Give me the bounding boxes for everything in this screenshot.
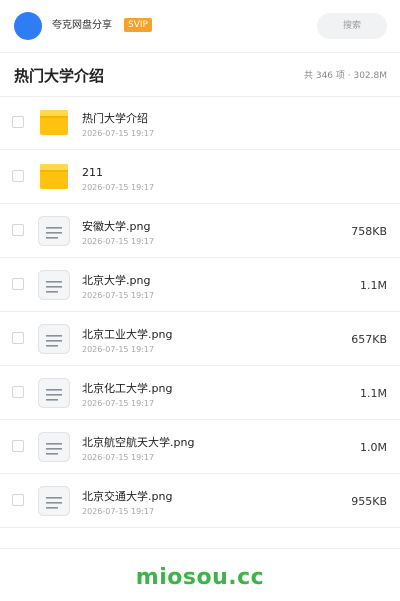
- file-name: 北京化工大学.png: [82, 382, 173, 395]
- file-row[interactable]: 北京大学.png 2026-07-15 19:17 1.1M: [0, 258, 400, 312]
- row-checkbox[interactable]: [12, 332, 24, 344]
- file-name: 211: [82, 166, 103, 179]
- file-row[interactable]: 热门大学介绍 2026-07-15 19:17: [0, 96, 400, 150]
- document-icon: [38, 270, 70, 300]
- row-checkbox[interactable]: [12, 116, 24, 128]
- top-bar: 夸克网盘分享 SVIP 搜索: [0, 0, 400, 53]
- document-icon: [38, 378, 70, 408]
- file-date: 2026-07-15 19:17: [82, 183, 155, 192]
- file-name: 北京交通大学.png: [82, 490, 173, 503]
- file-summary: 共 346 项 · 302.8M: [303, 71, 387, 81]
- folder-icon: [38, 108, 70, 138]
- avatar[interactable]: [14, 12, 42, 40]
- file-size: 955KB: [351, 495, 387, 508]
- file-size: 1.1M: [360, 387, 387, 400]
- file-date: 2026-07-15 19:17: [82, 399, 155, 408]
- file-size: 1.1M: [360, 279, 387, 292]
- document-icon: [38, 486, 70, 516]
- file-date: 2026-07-15 19:17: [82, 345, 155, 354]
- file-name: 北京工业大学.png: [82, 328, 173, 341]
- row-checkbox[interactable]: [12, 494, 24, 506]
- file-row[interactable]: 北京航空航天大学.png 2026-07-15 19:17 1.0M: [0, 420, 400, 474]
- file-name: 安徽大学.png: [82, 220, 151, 233]
- brand-watermark: miosou.cc: [135, 565, 265, 590]
- file-name: 北京大学.png: [82, 274, 151, 287]
- file-row[interactable]: 安徽大学.png 2026-07-15 19:17 758KB: [0, 204, 400, 258]
- file-size: 657KB: [351, 333, 387, 346]
- row-checkbox[interactable]: [12, 224, 24, 236]
- file-size: 758KB: [351, 225, 387, 238]
- search-input[interactable]: 搜索: [317, 13, 387, 39]
- file-row[interactable]: 北京交通大学.png 2026-07-15 19:17 955KB: [0, 474, 400, 528]
- file-date: 2026-07-15 19:17: [82, 507, 155, 516]
- file-date: 2026-07-15 19:17: [82, 129, 155, 138]
- file-row[interactable]: 211 2026-07-15 19:17: [0, 150, 400, 204]
- file-size: 1.0M: [360, 441, 387, 454]
- row-checkbox[interactable]: [12, 440, 24, 452]
- page-title: 热门大学介绍: [14, 67, 105, 85]
- folder-icon: [38, 162, 70, 192]
- file-row[interactable]: 北京工业大学.png 2026-07-15 19:17 657KB: [0, 312, 400, 366]
- list-header: 热门大学介绍 共 346 项 · 302.8M: [0, 52, 400, 97]
- document-icon: [38, 216, 70, 246]
- file-list: 热门大学介绍 2026-07-15 19:17 211 2026-07-15 19:1…: [0, 96, 400, 528]
- app-name: 夸克网盘分享: [52, 20, 112, 31]
- svip-badge: SVIP: [124, 18, 152, 32]
- file-date: 2026-07-15 19:17: [82, 453, 155, 462]
- document-icon: [38, 324, 70, 354]
- row-checkbox[interactable]: [12, 386, 24, 398]
- document-icon: [38, 432, 70, 462]
- row-checkbox[interactable]: [12, 170, 24, 182]
- file-row[interactable]: 北京化工大学.png 2026-07-15 19:17 1.1M: [0, 366, 400, 420]
- file-date: 2026-07-15 19:17: [82, 237, 155, 246]
- row-checkbox[interactable]: [12, 278, 24, 290]
- file-name: 北京航空航天大学.png: [82, 436, 195, 449]
- file-date: 2026-07-15 19:17: [82, 291, 155, 300]
- file-name: 热门大学介绍: [82, 112, 148, 125]
